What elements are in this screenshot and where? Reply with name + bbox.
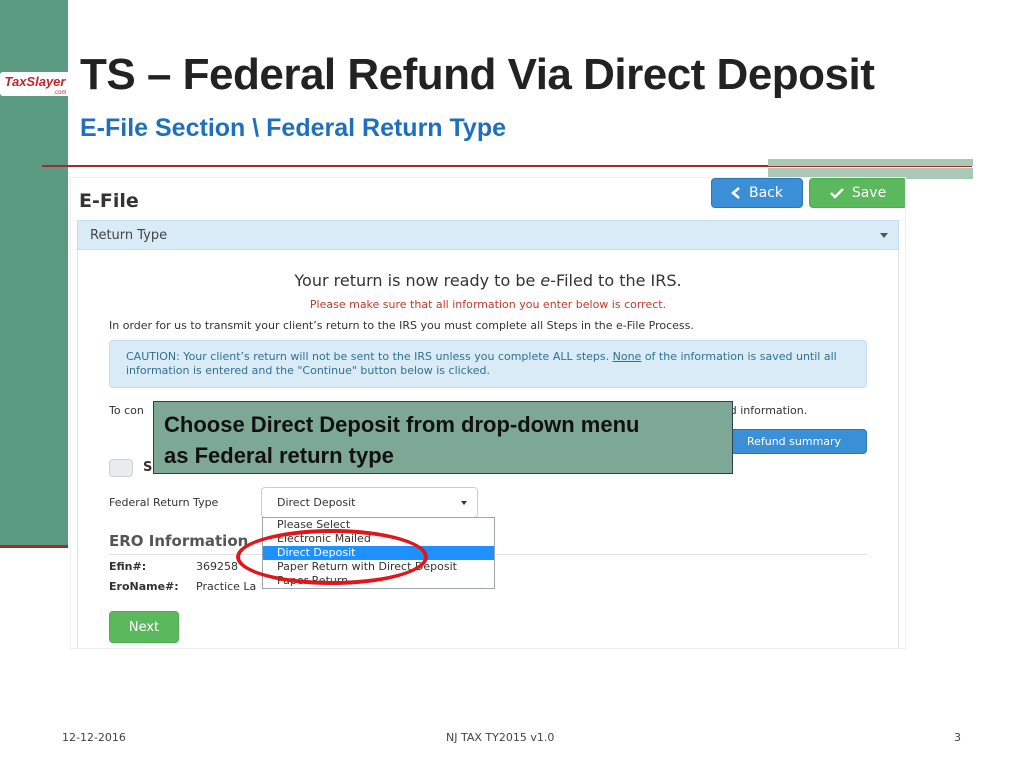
next-button[interactable]: Next	[109, 611, 179, 643]
caret-down-icon	[880, 233, 888, 238]
federal-return-type-select[interactable]: Direct Deposit	[261, 487, 478, 518]
eroname-label: EroName#:	[109, 580, 179, 593]
logo-sub-text: .com	[53, 90, 66, 96]
back-button-label: Back	[749, 185, 783, 201]
footer-version: NJ TAX TY2015 v1.0	[446, 731, 555, 744]
save-button-label: Save	[851, 185, 887, 201]
efile-section-title: E-File	[79, 190, 139, 212]
efin-label: Efin#:	[109, 560, 147, 573]
callout-line-1: Choose Direct Deposit from drop-down men…	[164, 412, 640, 437]
footer-date: 12-12-2016	[62, 731, 126, 744]
ready-message: Your return is now ready to be e-Filed t…	[294, 271, 682, 290]
continue-instructions-tail: ed information.	[723, 404, 808, 417]
caret-down-icon	[461, 501, 467, 505]
ero-information-title: ERO Information	[109, 532, 249, 550]
efin-value: 369258	[196, 560, 238, 573]
checkbox-label: S	[143, 460, 153, 475]
eroname-value: Practice La	[196, 580, 257, 593]
continue-instructions: To con	[109, 404, 144, 417]
slide-subtitle: E-File Section \ Federal Return Type	[80, 114, 507, 142]
slide-left-bar-accent	[0, 545, 68, 548]
slide-title: TS – Federal Refund Via Direct Deposit	[80, 50, 875, 99]
transmit-instructions: In order for us to transmit your client’…	[109, 319, 694, 332]
federal-return-type-label: Federal Return Type	[109, 496, 219, 509]
refund-summary-button[interactable]: Refund summary	[721, 429, 867, 454]
save-button[interactable]: Save	[809, 178, 905, 208]
panel-title: Return Type	[90, 228, 168, 243]
footer-page-number: 3	[954, 731, 961, 744]
taxslayer-logo: TaxSlayer .com	[0, 72, 70, 96]
none-emphasis: None	[612, 350, 642, 363]
decorative-band	[768, 159, 973, 166]
return-type-panel-header[interactable]: Return Type	[77, 220, 899, 250]
chevron-left-icon	[731, 187, 740, 199]
back-button[interactable]: Back	[711, 178, 803, 208]
check-icon	[829, 188, 844, 199]
highlight-ellipse	[236, 529, 428, 585]
logo-text: TaxSlayer	[5, 74, 67, 89]
correctness-warning: Please make sure that all information yo…	[309, 298, 667, 311]
callout-line-2: as Federal return type	[164, 443, 394, 468]
confirm-checkbox[interactable]	[109, 459, 133, 477]
select-value: Direct Deposit	[277, 496, 356, 509]
instruction-callout: Choose Direct Deposit from drop-down men…	[153, 401, 733, 474]
caution-alert: CAUTION: Your client’s return will not b…	[109, 340, 867, 388]
